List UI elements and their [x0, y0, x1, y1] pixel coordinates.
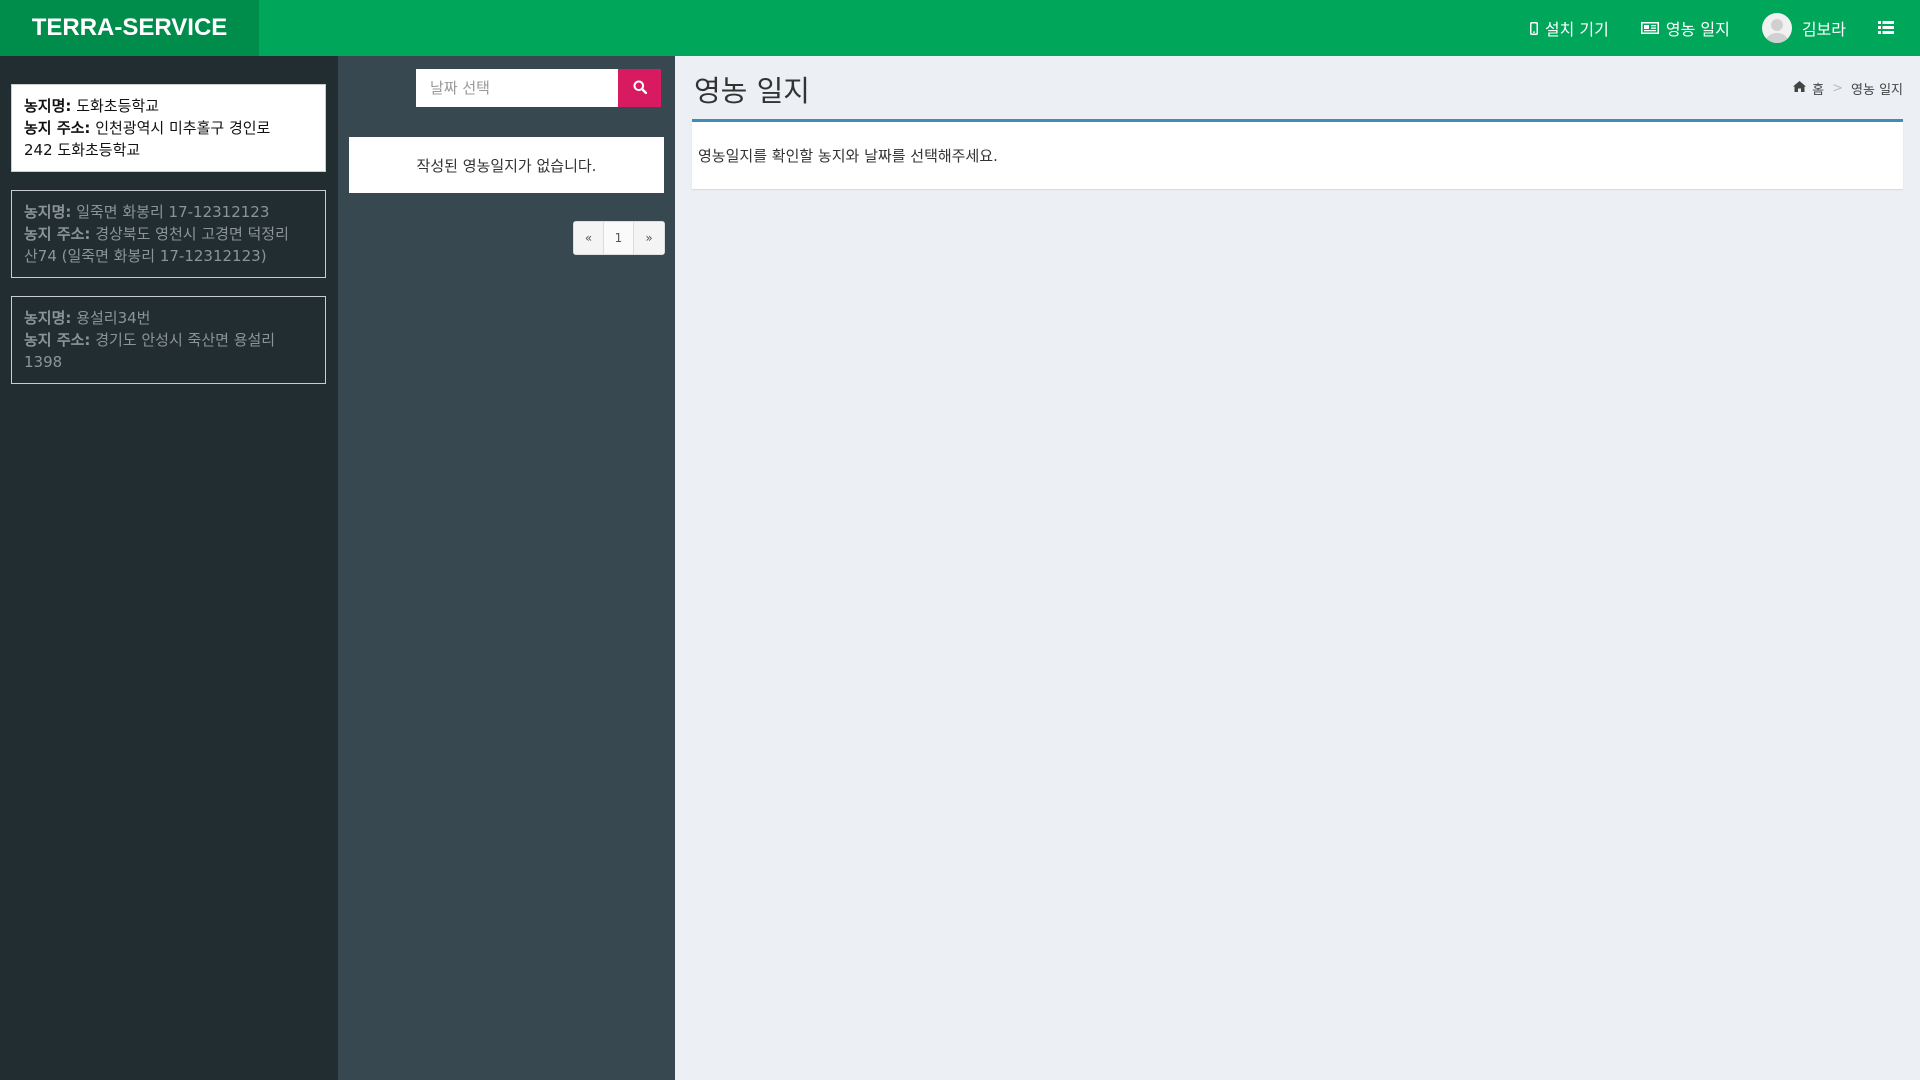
farm-card[interactable]: 농지명: 도화초등학교 농지 주소: 인천광역시 미추홀구 경인로 242 도화… [11, 84, 326, 172]
farm-name-label: 농지명: [24, 309, 72, 327]
nav-journal[interactable]: 영농 일지 [1625, 0, 1746, 56]
farm-name: 용설리34번 [76, 309, 151, 327]
farm-address-line2: 산74 (일죽면 화봉리 17-12312123) [24, 247, 267, 265]
farm-card[interactable]: 농지명: 일죽면 화봉리 17-12312123 농지 주소: 경상북도 영천시… [11, 190, 326, 278]
farm-name-row: 농지명: 용설리34번 [24, 307, 313, 329]
pagination-next[interactable]: » [634, 222, 664, 254]
list-icon [1878, 19, 1894, 38]
farm-address-line2: 242 도화초등학교 [24, 141, 141, 159]
avatar [1761, 13, 1792, 43]
nav-journal-label: 영농 일지 [1665, 20, 1730, 39]
farm-address-label: 농지 주소: [24, 225, 91, 243]
date-picker-input[interactable] [416, 69, 618, 107]
farm-name-label: 농지명: [24, 203, 72, 221]
menu-toggle-button[interactable] [1862, 0, 1920, 56]
breadcrumb: 홈 > 영농 일지 [1793, 79, 1903, 98]
farm-list-sidebar: 농지명: 도화초등학교 농지 주소: 인천광역시 미추홀구 경인로 242 도화… [0, 56, 338, 1080]
farm-address-line2: 1398 [24, 353, 63, 371]
user-menu[interactable]: 김보라 [1746, 0, 1862, 56]
journal-detail-box: 영농일지를 확인할 농지와 날짜를 선택해주세요. [692, 119, 1903, 189]
pagination-page-1[interactable]: 1 [604, 222, 634, 254]
farm-address-row: 농지 주소: 경상북도 영천시 고경면 덕정리 산74 (일죽면 화봉리 17-… [24, 223, 313, 267]
nav-devices[interactable]: 설치 기기 [1514, 0, 1625, 56]
app-logo[interactable]: TERRA-SERVICE [0, 0, 259, 56]
empty-journal-message: 작성된 영농일지가 없습니다. [349, 137, 664, 193]
journal-list-panel: 작성된 영농일지가 없습니다. « 1 » [338, 56, 675, 1080]
main-content: 영농 일지 홈 > 영농 일지 영농일지를 확인할 농지와 날짜를 선택해주세요… [675, 56, 1920, 1080]
farm-address-line1: 인천광역시 미추홀구 경인로 [95, 119, 271, 137]
page-title: 영농 일지 [694, 74, 810, 108]
farm-card[interactable]: 농지명: 용설리34번 농지 주소: 경기도 안성시 죽산면 용설리 1398 [11, 296, 326, 384]
date-search-form [416, 69, 661, 107]
breadcrumb-home-label: 홈 [1812, 83, 1825, 98]
farm-name-row: 농지명: 도화초등학교 [24, 95, 313, 117]
farm-address-label: 농지 주소: [24, 119, 91, 137]
farm-address-line1: 경기도 안성시 죽산면 용설리 [95, 331, 276, 349]
farm-name-label: 농지명: [24, 97, 72, 115]
farm-address-label: 농지 주소: [24, 331, 91, 349]
farm-name: 도화초등학교 [76, 97, 159, 115]
pagination-prev[interactable]: « [574, 222, 604, 254]
instruction-message: 영농일지를 확인할 농지와 날짜를 선택해주세요. [698, 147, 998, 165]
mobile-icon [1529, 21, 1538, 35]
pagination: « 1 » [573, 221, 665, 255]
breadcrumb-home[interactable]: 홈 [1793, 79, 1824, 98]
newspaper-icon [1640, 22, 1659, 34]
top-header: TERRA-SERVICE 설치 기기 영농 일지 김보라 [0, 0, 1920, 56]
search-icon [633, 80, 647, 97]
farm-address-line1: 경상북도 영천시 고경면 덕정리 [95, 225, 289, 243]
breadcrumb-separator: > [1832, 81, 1844, 96]
top-nav: 설치 기기 영농 일지 김보라 [1514, 0, 1920, 56]
farm-name-row: 농지명: 일죽면 화봉리 17-12312123 [24, 201, 313, 223]
search-button[interactable] [618, 69, 661, 107]
farm-address-row: 농지 주소: 인천광역시 미추홀구 경인로 242 도화초등학교 [24, 117, 313, 161]
breadcrumb-current: 영농 일지 [1851, 83, 1903, 98]
farm-name: 일죽면 화봉리 17-12312123 [76, 203, 270, 221]
home-icon [1793, 81, 1812, 96]
farm-address-row: 농지 주소: 경기도 안성시 죽산면 용설리 1398 [24, 329, 313, 373]
nav-devices-label: 설치 기기 [1544, 20, 1609, 39]
user-name: 김보라 [1801, 20, 1846, 39]
